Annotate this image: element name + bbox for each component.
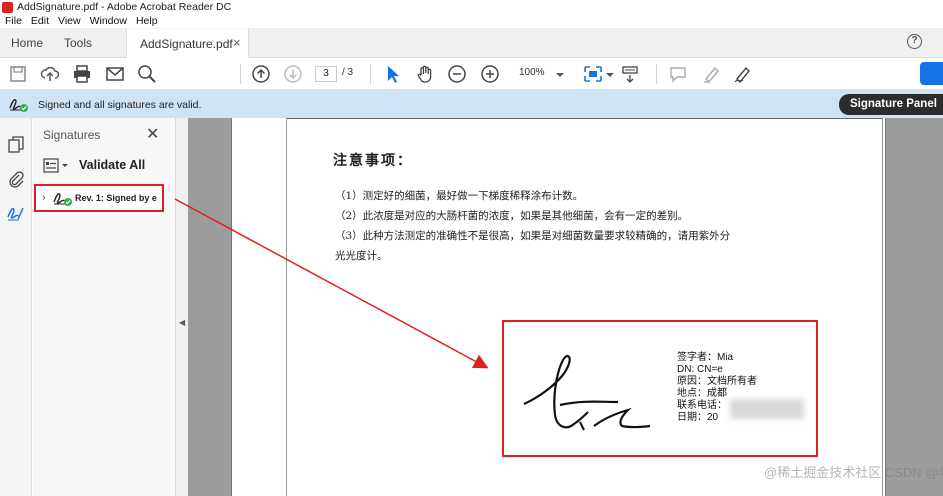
signatures-panel: Signatures ✕ Validate All › Rev. 1: Sign… <box>33 118 176 496</box>
tab-tools[interactable]: Tools <box>64 36 92 50</box>
signatures-panel-title: Signatures <box>43 128 101 142</box>
zoom-level[interactable]: 100% <box>519 67 545 78</box>
acrobat-app-icon <box>2 1 13 13</box>
upload-cloud-icon[interactable] <box>40 64 60 84</box>
hand-tool-icon[interactable] <box>415 64 435 84</box>
menu-view[interactable]: View <box>58 15 81 27</box>
signer-name: 签字者：Mia <box>677 352 734 363</box>
highlight-pen-icon[interactable] <box>701 64 721 84</box>
page-number-input[interactable]: 3 <box>315 66 337 82</box>
attachment-icon[interactable] <box>7 170 25 188</box>
panel-collapse-handle[interactable]: ◀ <box>176 118 188 496</box>
notice-line-4: 光光度计。 <box>335 250 388 262</box>
signature-panel-button[interactable]: Signature Panel <box>839 94 943 115</box>
signature-status-bar: Signed and all signatures are valid. Sig… <box>0 90 943 118</box>
page-up-icon[interactable] <box>251 64 271 84</box>
signatures-panel-icon[interactable] <box>7 204 25 222</box>
redaction-blur <box>730 399 804 419</box>
page-margin-guide <box>882 118 883 496</box>
print-icon[interactable] <box>72 64 92 84</box>
menu-help[interactable]: Help <box>136 15 158 27</box>
toolbar-divider <box>240 64 241 84</box>
select-cursor-icon[interactable] <box>383 64 403 84</box>
signature-field[interactable]: 签字者：Mia DN: CN=e 原因：文档所有者 地点：成都 联系电话： 日期… <box>502 320 818 457</box>
document-viewport[interactable]: 注意事项： （1）测定好的细菌，最好做一下梯度稀释涂布计数。 （2）此浓度是对应… <box>188 118 943 496</box>
toolbar-divider <box>656 64 657 84</box>
sign-pen-icon[interactable] <box>733 64 753 84</box>
tab-document-label: AddSignature.pdf <box>140 37 233 51</box>
page-margin-guide <box>286 118 287 496</box>
expand-chevron-icon[interactable]: › <box>42 192 46 204</box>
signature-entry[interactable]: › Rev. 1: Signed by e <box>34 184 164 212</box>
page-down-icon[interactable] <box>283 64 303 84</box>
validate-all-button[interactable]: Validate All <box>79 158 145 172</box>
signature-valid-icon <box>9 99 28 112</box>
menu-edit[interactable]: Edit <box>31 15 49 27</box>
scroll-mode-icon[interactable] <box>620 64 640 84</box>
watermark-text: @稀土掘金技术社区 CSDN @老七949 <box>764 465 943 480</box>
signer-dn: DN: CN=e <box>677 364 723 375</box>
close-panel-icon[interactable]: ✕ <box>146 124 159 144</box>
tab-document[interactable]: AddSignature.pdf × <box>126 29 249 59</box>
handwritten-signature <box>523 354 651 431</box>
notice-line-3: （3）此种方法测定的准确性不是很高，如果是对细菌数量要求较精确的，请用紫外分 <box>335 230 731 242</box>
pdf-page: 注意事项： （1）测定好的细菌，最好做一下梯度稀释涂布计数。 （2）此浓度是对应… <box>231 118 886 496</box>
collapse-arrow-icon[interactable]: ◀ <box>179 318 185 327</box>
signature-status-text: Signed and all signatures are valid. <box>38 99 202 111</box>
page-total: / 3 <box>342 67 354 78</box>
menu-bar: File Edit View Window Help <box>0 14 943 28</box>
notice-heading: 注意事项： <box>333 153 413 169</box>
share-button[interactable] <box>920 62 943 85</box>
search-icon[interactable] <box>137 64 157 84</box>
save-icon[interactable] <box>8 64 28 84</box>
zoom-in-icon[interactable] <box>480 64 500 84</box>
options-menu-icon[interactable] <box>43 158 71 174</box>
notice-line-1: （1）测定好的细菌，最好做一下梯度稀释涂布计数。 <box>335 190 584 202</box>
comment-icon[interactable] <box>668 64 688 84</box>
email-icon[interactable] <box>105 64 125 84</box>
chevron-down-icon[interactable] <box>550 64 570 84</box>
toolbar-divider <box>370 64 371 84</box>
menu-file[interactable]: File <box>5 15 22 27</box>
signing-reason: 原因：文档所有者 <box>677 376 757 387</box>
close-tab-icon[interactable]: × <box>233 35 241 50</box>
menu-window[interactable]: Window <box>90 15 127 27</box>
signature-valid-icon <box>53 193 72 206</box>
navigation-rail <box>0 118 32 496</box>
tab-home[interactable]: Home <box>11 36 43 50</box>
pages-thumbnails-icon[interactable] <box>7 136 25 154</box>
toolbar: 3 / 3 100% <box>0 58 943 90</box>
zoom-out-icon[interactable] <box>447 64 467 84</box>
notice-line-2: （2）此浓度是对应的大肠杆菌的浓度，如果是其他细菌，会有一定的差别。 <box>335 210 689 222</box>
signature-entry-label: Rev. 1: Signed by e <box>75 193 157 203</box>
page-header-rule <box>286 118 882 119</box>
window-title: AddSignature.pdf - Adobe Acrobat Reader … <box>17 1 232 13</box>
tab-bar: Home Tools AddSignature.pdf × ? <box>0 28 943 59</box>
title-bar: AddSignature.pdf - Adobe Acrobat Reader … <box>0 0 943 14</box>
chevron-down-icon[interactable] <box>600 64 620 84</box>
help-icon[interactable]: ? <box>907 34 922 49</box>
